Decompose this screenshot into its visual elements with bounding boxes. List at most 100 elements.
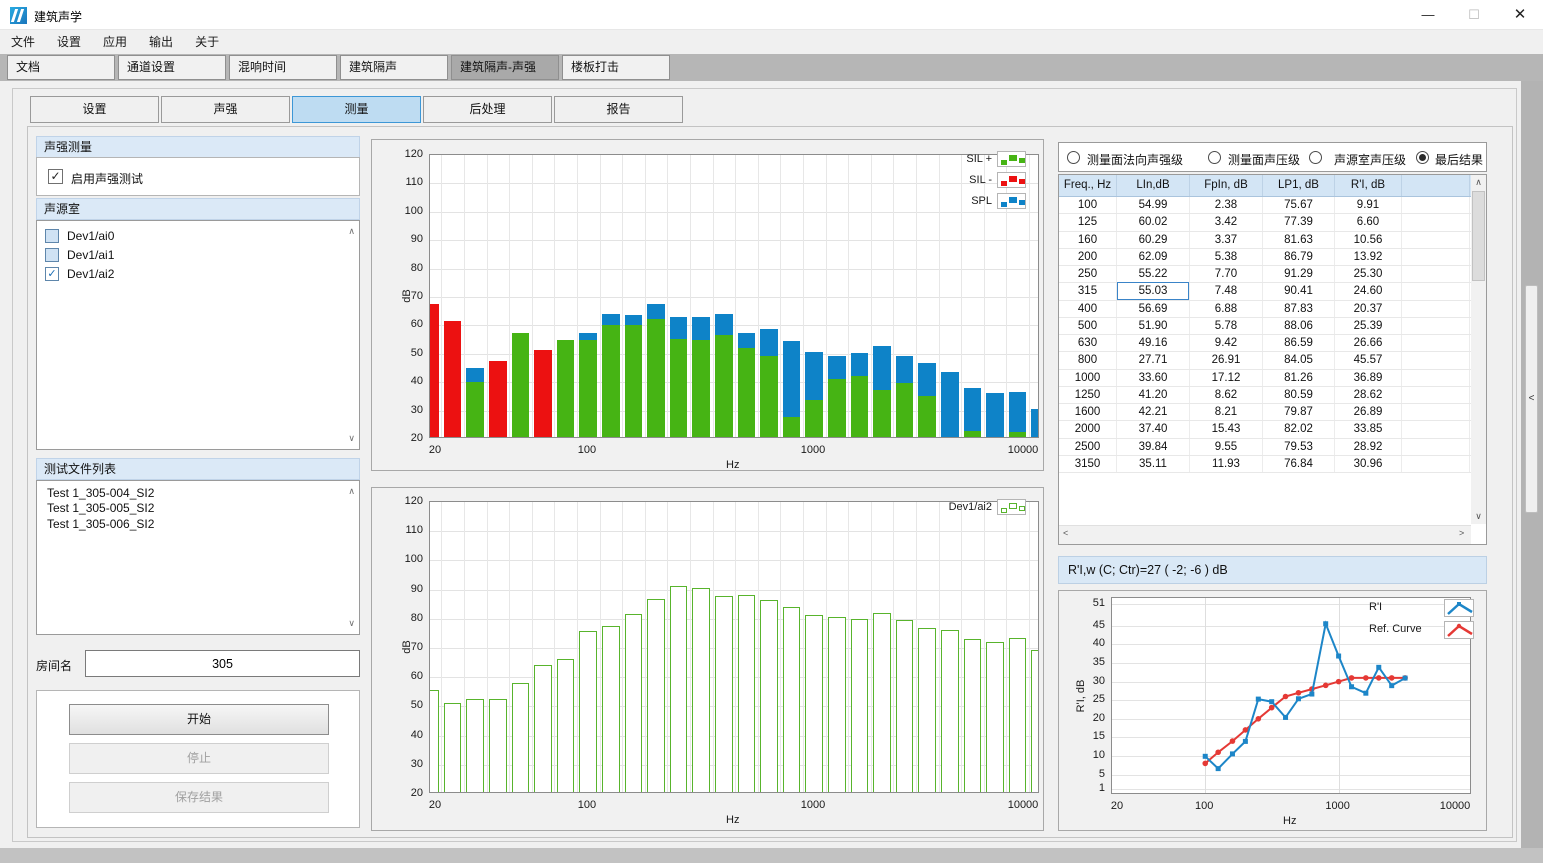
sub-tab-声强[interactable]: 声强 (161, 96, 290, 123)
table-cell[interactable]: 250 (1059, 266, 1117, 282)
scroll-up-icon[interactable]: ∧ (1471, 177, 1486, 188)
source-channel-item[interactable]: Dev1/ai0 (37, 226, 337, 245)
table-cell[interactable]: 62.09 (1117, 249, 1190, 265)
table-cell[interactable]: 17.12 (1190, 370, 1263, 386)
minimize-button[interactable]: — (1405, 0, 1451, 30)
table-cell[interactable] (1402, 439, 1470, 455)
table-cell[interactable] (1402, 404, 1470, 420)
room-name-input[interactable] (85, 650, 360, 677)
table-cell[interactable]: 49.16 (1117, 335, 1190, 351)
table-cell[interactable]: 5.38 (1190, 249, 1263, 265)
table-cell[interactable]: 5.78 (1190, 318, 1263, 334)
scroll-right-icon[interactable]: > (1459, 528, 1464, 538)
menu-item-设置[interactable]: 设置 (46, 31, 92, 54)
button-开始[interactable]: 开始 (69, 704, 329, 735)
table-cell[interactable]: 400 (1059, 301, 1117, 317)
scroll-down-icon[interactable]: ∨ (348, 618, 355, 629)
radio-最后结果[interactable] (1416, 151, 1429, 164)
source-channel-item[interactable]: Dev1/ai1 (37, 245, 337, 264)
table-cell[interactable]: 800 (1059, 352, 1117, 368)
radio-label-测量面声压级[interactable]: 测量面声压级 (1228, 151, 1300, 168)
table-cell[interactable]: 9.42 (1190, 335, 1263, 351)
table-cell[interactable]: 2500 (1059, 439, 1117, 455)
table-cell[interactable]: 26.89 (1335, 404, 1402, 420)
table-cell[interactable]: 36.89 (1335, 370, 1402, 386)
table-cell[interactable]: 3150 (1059, 456, 1117, 472)
table-cell[interactable]: 9.55 (1190, 439, 1263, 455)
table-cell[interactable] (1402, 266, 1470, 282)
menu-item-文件[interactable]: 文件 (0, 31, 46, 54)
table-cell[interactable]: 30.96 (1335, 456, 1402, 472)
sub-tab-设置[interactable]: 设置 (30, 96, 159, 123)
radio-测量面法向声强级[interactable] (1067, 151, 1080, 164)
table-cell[interactable]: 55.22 (1117, 266, 1190, 282)
table-cell[interactable]: 6.88 (1190, 301, 1263, 317)
scroll-up-icon[interactable]: ∧ (348, 486, 355, 497)
table-cell[interactable] (1402, 301, 1470, 317)
table-cell[interactable]: 25.30 (1335, 266, 1402, 282)
test-file-item[interactable]: Test 1_305-004_SI2 (39, 485, 329, 500)
table-cell[interactable]: 100 (1059, 197, 1117, 213)
main-tab-通道设置[interactable]: 通道设置 (118, 55, 226, 80)
table-cell[interactable]: 86.79 (1263, 249, 1335, 265)
table-cell[interactable]: 87.83 (1263, 301, 1335, 317)
table-cell[interactable]: 81.26 (1263, 370, 1335, 386)
main-tab-建筑隔声[interactable]: 建筑隔声 (340, 55, 448, 80)
table-cell[interactable]: 79.53 (1263, 439, 1335, 455)
table-cell[interactable]: 7.70 (1190, 266, 1263, 282)
table-cell[interactable]: 10.56 (1335, 232, 1402, 248)
table-cell[interactable]: 37.40 (1117, 421, 1190, 437)
table-cell[interactable]: 27.71 (1117, 352, 1190, 368)
table-cell[interactable]: 630 (1059, 335, 1117, 351)
table-cell[interactable]: 20.37 (1335, 301, 1402, 317)
unchecked-checkbox-icon[interactable] (45, 229, 59, 243)
scroll-up-icon[interactable]: ∧ (348, 226, 355, 237)
vertical-scroll-thumb[interactable] (1472, 191, 1485, 281)
maximize-button[interactable]: ☐ (1451, 0, 1497, 30)
table-cell[interactable]: 315 (1059, 283, 1117, 299)
table-cell[interactable]: 35.11 (1117, 456, 1190, 472)
radio-label-声源室声压级[interactable]: 声源室声压级 (1334, 151, 1406, 168)
table-cell[interactable]: 81.63 (1263, 232, 1335, 248)
table-cell[interactable]: 42.21 (1117, 404, 1190, 420)
table-cell[interactable]: 3.37 (1190, 232, 1263, 248)
table-cell[interactable] (1402, 197, 1470, 213)
table-cell[interactable]: 26.66 (1335, 335, 1402, 351)
table-cell[interactable]: 8.62 (1190, 387, 1263, 403)
table-cell[interactable]: 90.41 (1263, 283, 1335, 299)
table-cell[interactable]: 33.85 (1335, 421, 1402, 437)
radio-label-测量面法向声强级[interactable]: 测量面法向声强级 (1087, 151, 1183, 168)
table-cell[interactable]: 8.21 (1190, 404, 1263, 420)
table-cell[interactable]: 75.67 (1263, 197, 1335, 213)
table-cell[interactable]: 24.60 (1335, 283, 1402, 299)
table-cell[interactable]: 25.39 (1335, 318, 1402, 334)
table-cell[interactable] (1402, 214, 1470, 230)
table-cell[interactable]: 55.03 (1117, 283, 1190, 299)
sub-tab-后处理[interactable]: 后处理 (423, 96, 552, 123)
table-cell[interactable] (1402, 421, 1470, 437)
table-cell[interactable]: 200 (1059, 249, 1117, 265)
sub-tab-测量[interactable]: 测量 (292, 96, 421, 123)
enable-intensity-checkbox[interactable]: ✓ (48, 169, 63, 184)
table-cell[interactable]: 6.60 (1335, 214, 1402, 230)
table-cell[interactable]: 76.84 (1263, 456, 1335, 472)
table-cell[interactable]: 1600 (1059, 404, 1117, 420)
table-cell[interactable]: 88.06 (1263, 318, 1335, 334)
table-cell[interactable]: 91.29 (1263, 266, 1335, 282)
table-cell[interactable] (1402, 370, 1470, 386)
table-cell[interactable] (1402, 249, 1470, 265)
table-cell[interactable]: 80.59 (1263, 387, 1335, 403)
radio-测量面声压级[interactable] (1208, 151, 1221, 164)
table-cell[interactable]: 7.48 (1190, 283, 1263, 299)
table-cell[interactable] (1402, 387, 1470, 403)
source-channel-item[interactable]: ✓Dev1/ai2 (37, 264, 337, 283)
menu-item-关于[interactable]: 关于 (184, 31, 230, 54)
table-cell[interactable]: 13.92 (1335, 249, 1402, 265)
table-cell[interactable]: 160 (1059, 232, 1117, 248)
collapse-panel-handle[interactable]: < (1525, 285, 1538, 513)
menu-item-应用[interactable]: 应用 (92, 31, 138, 54)
radio-label-最后结果[interactable]: 最后结果 (1435, 151, 1483, 168)
main-tab-文档[interactable]: 文档 (7, 55, 115, 80)
table-cell[interactable]: 1000 (1059, 370, 1117, 386)
test-file-item[interactable]: Test 1_305-006_SI2 (39, 516, 329, 531)
